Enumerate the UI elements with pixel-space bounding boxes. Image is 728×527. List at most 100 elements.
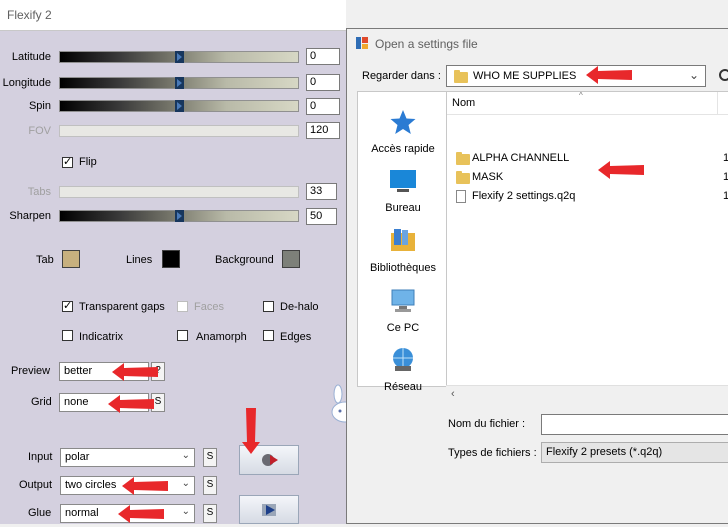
transparent-gaps-label: Transparent gaps — [79, 301, 165, 313]
sort-up-icon: ^ — [579, 91, 583, 100]
folder-icon — [456, 171, 470, 184]
look-in-select[interactable]: WHO ME SUPPLIES ⌄ — [446, 65, 706, 87]
truncated-column-cell: 1 — [723, 190, 728, 202]
file-name-input[interactable] — [541, 414, 728, 435]
sharpen-slider[interactable] — [59, 210, 299, 222]
place-quick-access[interactable]: Accès rapide — [358, 108, 448, 155]
sharpen-label: Sharpen — [9, 210, 51, 222]
tabs-label: Tabs — [27, 186, 51, 198]
lines-color-label: Lines — [126, 254, 153, 266]
input-s-button[interactable]: S — [203, 448, 217, 467]
fov-slider — [59, 125, 299, 137]
spin-value[interactable]: 0 — [306, 98, 340, 115]
spin-slider[interactable] — [59, 100, 299, 112]
back-icon[interactable] — [719, 69, 728, 81]
tabs-value[interactable]: 33 — [306, 183, 337, 200]
truncated-column-cell: 1 — [723, 171, 728, 183]
file-name: ALPHA CHANNELL — [472, 152, 570, 164]
truncated-column-cell: 1 — [723, 152, 728, 164]
background-color-label: Background — [215, 254, 274, 266]
output-s-button[interactable]: S — [203, 476, 217, 495]
slider-thumb[interactable] — [175, 77, 184, 89]
fov-label: FOV — [28, 125, 51, 137]
save-preset-button[interactable] — [239, 495, 299, 524]
computer-icon — [391, 289, 415, 312]
edges-checkbox[interactable] — [263, 330, 274, 341]
star-icon — [390, 110, 416, 134]
place-label: Ce PC — [386, 322, 420, 334]
horizontal-scrollbar[interactable]: ‹ — [446, 385, 728, 404]
glue-label: Glue — [28, 507, 52, 519]
column-name-header[interactable]: Nom — [452, 97, 475, 109]
file-name: MASK — [472, 171, 504, 183]
document-icon — [456, 190, 466, 203]
input-select[interactable]: polar ⌄ — [60, 448, 195, 467]
background-color-swatch[interactable] — [282, 250, 300, 268]
latitude-value[interactable]: 0 — [306, 48, 340, 65]
annotation-arrow-icon — [598, 161, 644, 179]
file-list[interactable]: Nom ^ ALPHA CHANNELL MASK Flexify 2 sett… — [446, 91, 728, 403]
spin-label: Spin — [28, 100, 51, 112]
flip-label: Flip — [79, 156, 97, 168]
file-type-label: Types de fichiers : — [448, 447, 537, 459]
output-label: Output — [19, 479, 53, 491]
file-name-label: Nom du fichier : — [448, 418, 526, 430]
column-divider[interactable] — [717, 92, 718, 114]
place-network[interactable]: Réseau — [358, 346, 448, 393]
sharpen-value[interactable]: 50 — [306, 208, 337, 225]
slider-thumb[interactable] — [175, 51, 184, 63]
file-type-select[interactable]: Flexify 2 presets (*.q2q) — [541, 442, 728, 463]
annotation-arrow-icon — [242, 408, 260, 454]
place-label: Bibliothèques — [369, 262, 437, 274]
folder-icon — [456, 152, 470, 165]
dialog-title: Open a settings file — [375, 37, 478, 51]
flexify-window: Flexify 2 Latitude 0 Longitude 0 Spin 0 … — [0, 0, 359, 524]
anamorph-label: Anamorph — [196, 331, 247, 343]
tabs-slider — [59, 186, 299, 198]
look-in-value: WHO ME SUPPLIES — [473, 70, 577, 82]
latitude-label: Latitude — [11, 51, 51, 63]
column-header[interactable]: Nom ^ — [447, 91, 728, 115]
place-libraries[interactable]: Bibliothèques — [358, 227, 448, 274]
tab-color-swatch[interactable] — [62, 250, 80, 268]
glue-value: normal — [65, 507, 99, 519]
look-in-label: Regarder dans : — [362, 70, 441, 82]
place-label: Bureau — [385, 202, 421, 214]
slider-thumb[interactable] — [175, 100, 184, 112]
latitude-slider[interactable] — [59, 51, 299, 63]
grid-value: none — [64, 396, 89, 408]
anamorph-checkbox[interactable] — [177, 330, 188, 341]
annotation-arrow-icon — [586, 66, 632, 84]
tab-color-label: Tab — [36, 254, 54, 266]
input-value: polar — [65, 451, 90, 463]
glue-s-button[interactable]: S — [203, 504, 217, 523]
de-halo-label: De-halo — [280, 301, 319, 313]
preview-label: Preview — [11, 365, 51, 377]
chevron-down-icon: ⌄ — [688, 68, 699, 82]
places-bar: Accès rapide Bureau Bibliothèques Ce PC … — [357, 91, 448, 393]
longitude-slider[interactable] — [59, 77, 299, 89]
libraries-icon — [391, 229, 415, 251]
app-logo-icon — [356, 37, 368, 49]
place-label: Accès rapide — [371, 143, 435, 155]
grid-label: Grid — [31, 396, 52, 408]
place-this-pc[interactable]: Ce PC — [358, 287, 448, 334]
lines-color-swatch[interactable] — [162, 250, 180, 268]
chevron-down-icon: ⌄ — [181, 478, 190, 489]
slider-thumb[interactable] — [175, 210, 184, 222]
longitude-value[interactable]: 0 — [306, 74, 340, 91]
flip-checkbox[interactable] — [62, 155, 73, 169]
de-halo-checkbox[interactable] — [263, 301, 274, 312]
flexify-titlebar[interactable]: Flexify 2 — [0, 0, 346, 31]
transparent-gaps-checkbox[interactable] — [62, 299, 73, 313]
annotation-arrow-icon — [122, 477, 168, 495]
place-label: Réseau — [384, 381, 422, 393]
chevron-down-icon: ⌄ — [181, 450, 190, 461]
input-label: Input — [28, 451, 53, 463]
indicatrix-checkbox[interactable] — [62, 330, 73, 341]
fov-value[interactable]: 120 — [306, 122, 340, 139]
annotation-arrow-icon — [118, 505, 164, 523]
place-desktop[interactable]: Bureau — [358, 167, 448, 214]
scroll-left-icon[interactable]: ‹ — [451, 388, 455, 400]
faces-label: Faces — [194, 301, 224, 313]
